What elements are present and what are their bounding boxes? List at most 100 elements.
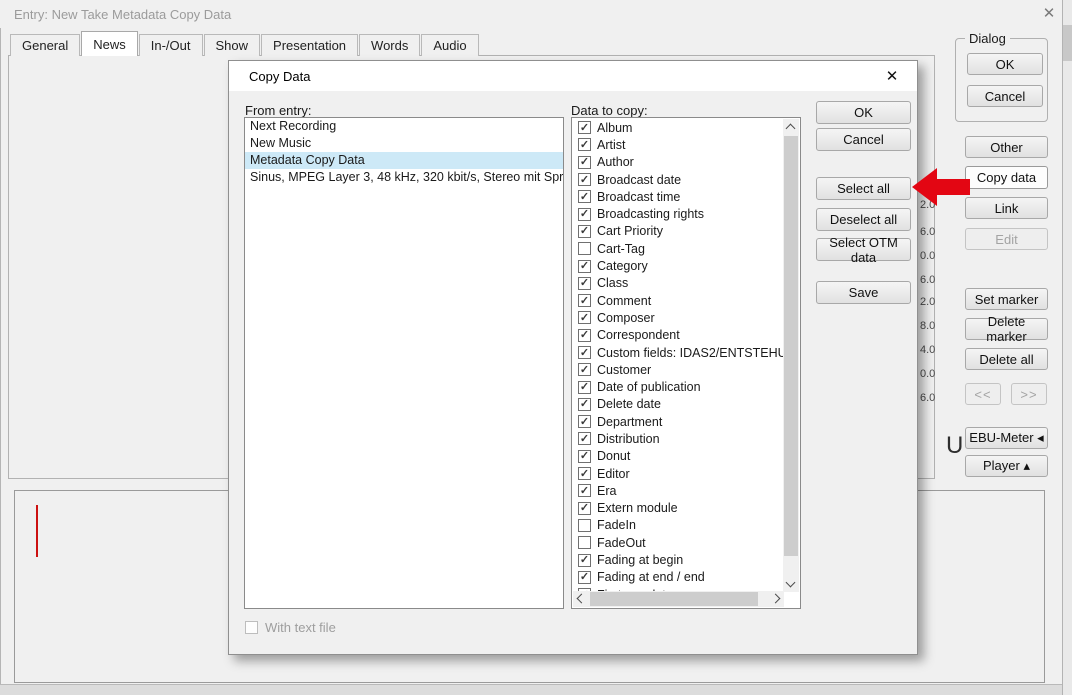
data-to-copy-item[interactable]: Class (573, 275, 784, 292)
tab-news[interactable]: News (81, 31, 138, 56)
data-to-copy-item[interactable]: Editor (573, 465, 784, 482)
checked-checkbox-icon[interactable] (578, 554, 591, 567)
data-to-copy-item[interactable]: Broadcast date (573, 171, 784, 188)
checked-checkbox-icon[interactable] (578, 484, 591, 497)
scroll-right-icon[interactable] (771, 594, 781, 604)
checked-checkbox-icon[interactable] (578, 467, 591, 480)
tab-in-out[interactable]: In-/Out (139, 34, 203, 56)
with-text-file-checkbox[interactable] (245, 621, 258, 634)
save-button[interactable]: Save (816, 281, 911, 304)
data-to-copy-item[interactable]: Department (573, 413, 784, 430)
checked-checkbox-icon[interactable] (578, 208, 591, 221)
from-entry-item[interactable]: New Music (245, 135, 563, 152)
data-to-copy-item[interactable]: Comment (573, 292, 784, 309)
checkbox-label: Class (597, 276, 628, 290)
with-text-file-label: With text file (265, 620, 336, 635)
data-to-copy-item[interactable]: Correspondent (573, 327, 784, 344)
data-to-copy-item[interactable]: Fading at end / end (573, 569, 784, 586)
scroll-down-icon[interactable] (786, 578, 796, 588)
delete-all-button[interactable]: Delete all (965, 348, 1048, 370)
tab-presentation[interactable]: Presentation (261, 34, 358, 56)
scroll-left-icon[interactable] (577, 594, 587, 604)
tab-general[interactable]: General (10, 34, 80, 56)
horizontal-scrollbar-thumb[interactable] (590, 592, 758, 606)
unchecked-checkbox-icon[interactable] (578, 242, 591, 255)
data-to-copy-item[interactable]: Cart Priority (573, 223, 784, 240)
checked-checkbox-icon[interactable] (578, 346, 591, 359)
checked-checkbox-icon[interactable] (578, 415, 591, 428)
data-to-copy-item[interactable]: Artist (573, 136, 784, 153)
data-to-copy-item[interactable]: Extern module (573, 500, 784, 517)
link-button[interactable]: Link (965, 197, 1048, 219)
data-to-copy-item[interactable]: Era (573, 482, 784, 499)
data-to-copy-item[interactable]: Donut (573, 448, 784, 465)
checked-checkbox-icon[interactable] (578, 432, 591, 445)
from-entry-item[interactable]: Sinus, MPEG Layer 3, 48 kHz, 320 kbit/s,… (245, 169, 563, 186)
checked-checkbox-icon[interactable] (578, 329, 591, 342)
data-to-copy-item[interactable]: Broadcasting rights (573, 205, 784, 222)
data-to-copy-item[interactable]: Album (573, 119, 784, 136)
other-button[interactable]: Other (965, 136, 1048, 158)
data-to-copy-item[interactable]: Custom fields: IDAS2/ENTSTEHUNGSA (573, 344, 784, 361)
data-to-copy-item[interactable]: Date of publication (573, 378, 784, 395)
horizontal-scrollbar[interactable] (573, 591, 784, 607)
player-button[interactable]: Player ▴ (965, 455, 1048, 477)
unchecked-checkbox-icon[interactable] (578, 519, 591, 532)
unchecked-checkbox-icon[interactable] (578, 536, 591, 549)
checked-checkbox-icon[interactable] (578, 156, 591, 169)
from-entry-item[interactable]: Metadata Copy Data (245, 152, 563, 169)
deselect-all-button[interactable]: Deselect all (816, 208, 911, 231)
checked-checkbox-icon[interactable] (578, 190, 591, 203)
copy-dialog-cancel-button[interactable]: Cancel (816, 128, 911, 151)
set-marker-button[interactable]: Set marker (965, 288, 1048, 310)
select-all-button[interactable]: Select all (816, 177, 911, 200)
checkbox-label: Editor (597, 467, 630, 481)
meter-scale-label: 0.0 (920, 250, 936, 262)
checked-checkbox-icon[interactable] (578, 381, 591, 394)
checked-checkbox-icon[interactable] (578, 398, 591, 411)
vertical-scrollbar-thumb[interactable] (784, 136, 798, 556)
checked-checkbox-icon[interactable] (578, 311, 591, 324)
vertical-scrollbar[interactable] (783, 119, 799, 592)
data-to-copy-item[interactable]: FadeIn (573, 517, 784, 534)
checked-checkbox-icon[interactable] (578, 502, 591, 515)
data-to-copy-item[interactable]: Broadcast time (573, 188, 784, 205)
checked-checkbox-icon[interactable] (578, 450, 591, 463)
copy-data-button[interactable]: Copy data (965, 166, 1048, 189)
delete-marker-button[interactable]: Delete marker (965, 318, 1048, 340)
tab-show[interactable]: Show (204, 34, 261, 56)
checked-checkbox-icon[interactable] (578, 571, 591, 584)
select-otm-data-button[interactable]: Select OTM data (816, 238, 911, 261)
from-entry-item[interactable]: Next Recording (245, 118, 563, 135)
background-window-strip (1062, 0, 1072, 695)
data-to-copy-item[interactable]: Delete date (573, 396, 784, 413)
data-to-copy-item[interactable]: FadeOut (573, 534, 784, 551)
checked-checkbox-icon[interactable] (578, 277, 591, 290)
dialog-ok-button[interactable]: OK (967, 53, 1043, 75)
data-to-copy-item[interactable]: Cart-Tag (573, 240, 784, 257)
scroll-up-icon[interactable] (786, 124, 796, 134)
data-to-copy-item[interactable]: Category (573, 257, 784, 274)
checked-checkbox-icon[interactable] (578, 121, 591, 134)
checked-checkbox-icon[interactable] (578, 173, 591, 186)
window-titlebar[interactable]: Entry: New Take Metadata Copy Data (0, 0, 1063, 28)
checked-checkbox-icon[interactable] (578, 225, 591, 238)
tab-audio[interactable]: Audio (421, 34, 478, 56)
data-to-copy-item[interactable]: Composer (573, 309, 784, 326)
copy-data-dialog-titlebar[interactable]: Copy Data ✕ (229, 61, 917, 91)
window-close-icon[interactable]: ✕ (1036, 2, 1062, 26)
checked-checkbox-icon[interactable] (578, 294, 591, 307)
data-to-copy-item[interactable]: Fading at begin (573, 551, 784, 568)
data-to-copy-item[interactable]: Customer (573, 361, 784, 378)
checked-checkbox-icon[interactable] (578, 260, 591, 273)
copy-dialog-ok-button[interactable]: OK (816, 101, 911, 124)
checked-checkbox-icon[interactable] (578, 138, 591, 151)
checked-checkbox-icon[interactable] (578, 363, 591, 376)
tab-words[interactable]: Words (359, 34, 420, 56)
data-to-copy-item[interactable]: Distribution (573, 430, 784, 447)
dialog-groupbox: Dialog (955, 38, 1048, 122)
copy-data-dialog-close-icon[interactable]: ✕ (879, 65, 905, 89)
ebu-meter-button[interactable]: EBU-Meter ◂ (965, 427, 1048, 449)
dialog-cancel-button[interactable]: Cancel (967, 85, 1043, 107)
data-to-copy-item[interactable]: Author (573, 154, 784, 171)
